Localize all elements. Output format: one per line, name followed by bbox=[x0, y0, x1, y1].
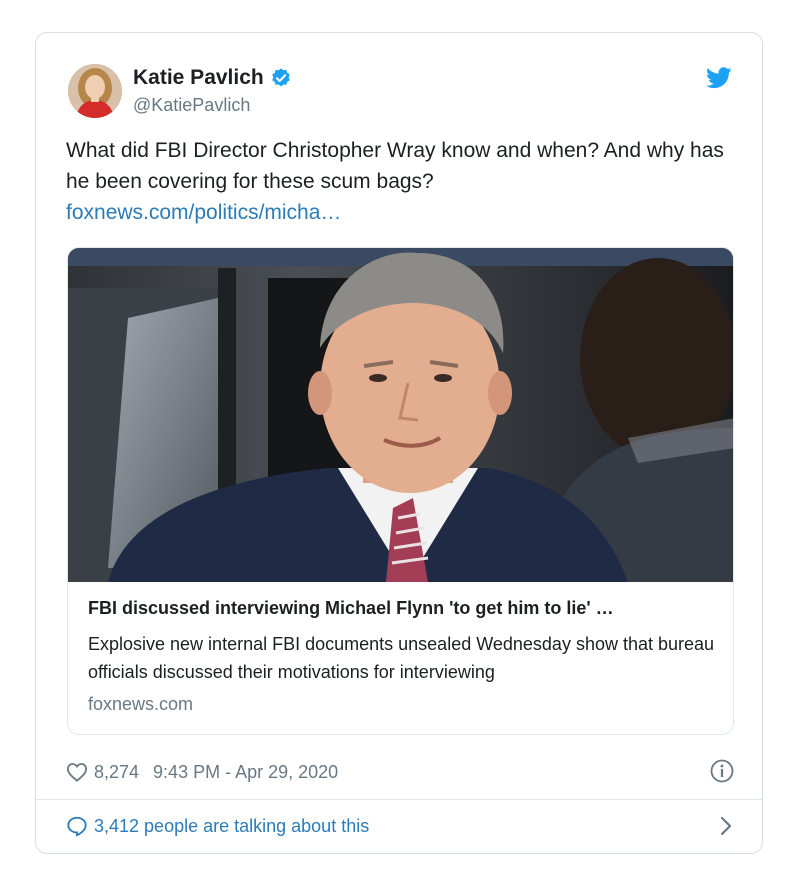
article-domain: foxnews.com bbox=[88, 694, 194, 714]
author-name-text: Katie Pavlich bbox=[133, 66, 264, 89]
tweet-meta: 8,274 9:43 PM - Apr 29, 2020 bbox=[66, 759, 736, 785]
article-title[interactable]: FBI discussed interviewing Michael Flynn… bbox=[88, 598, 614, 619]
tweet-text: What did FBI Director Christopher Wray k… bbox=[66, 135, 726, 228]
heart-icon[interactable] bbox=[66, 762, 88, 782]
article-photo bbox=[68, 248, 733, 582]
divider bbox=[36, 799, 762, 800]
twitter-bird-icon[interactable] bbox=[706, 67, 732, 89]
avatar-image bbox=[68, 64, 122, 118]
tweet-embed-card[interactable]: Katie Pavlich @KatiePavlich What did FBI… bbox=[35, 32, 763, 854]
info-icon[interactable] bbox=[710, 759, 734, 783]
author-name[interactable]: Katie Pavlich bbox=[133, 66, 292, 90]
link-preview-card[interactable]: FBI discussed interviewing Michael Flynn… bbox=[67, 247, 734, 735]
author-avatar[interactable] bbox=[68, 64, 122, 118]
conversation-link[interactable]: 3,412 people are talking about this bbox=[66, 813, 736, 839]
chevron-right-icon bbox=[720, 816, 732, 836]
speech-bubble-icon bbox=[67, 816, 87, 837]
like-count[interactable]: 8,274 bbox=[94, 762, 139, 783]
author-handle[interactable]: @KatiePavlich bbox=[133, 95, 250, 116]
article-description: Explosive new internal FBI documents uns… bbox=[88, 634, 715, 682]
tweet-link[interactable]: foxnews.com/politics/micha… bbox=[66, 197, 726, 228]
tweet-body: What did FBI Director Christopher Wray k… bbox=[66, 139, 724, 193]
talking-count: 3,412 people are talking about this bbox=[94, 815, 370, 836]
tweet-timestamp[interactable]: 9:43 PM - Apr 29, 2020 bbox=[153, 762, 338, 783]
verified-badge-icon bbox=[271, 68, 290, 87]
